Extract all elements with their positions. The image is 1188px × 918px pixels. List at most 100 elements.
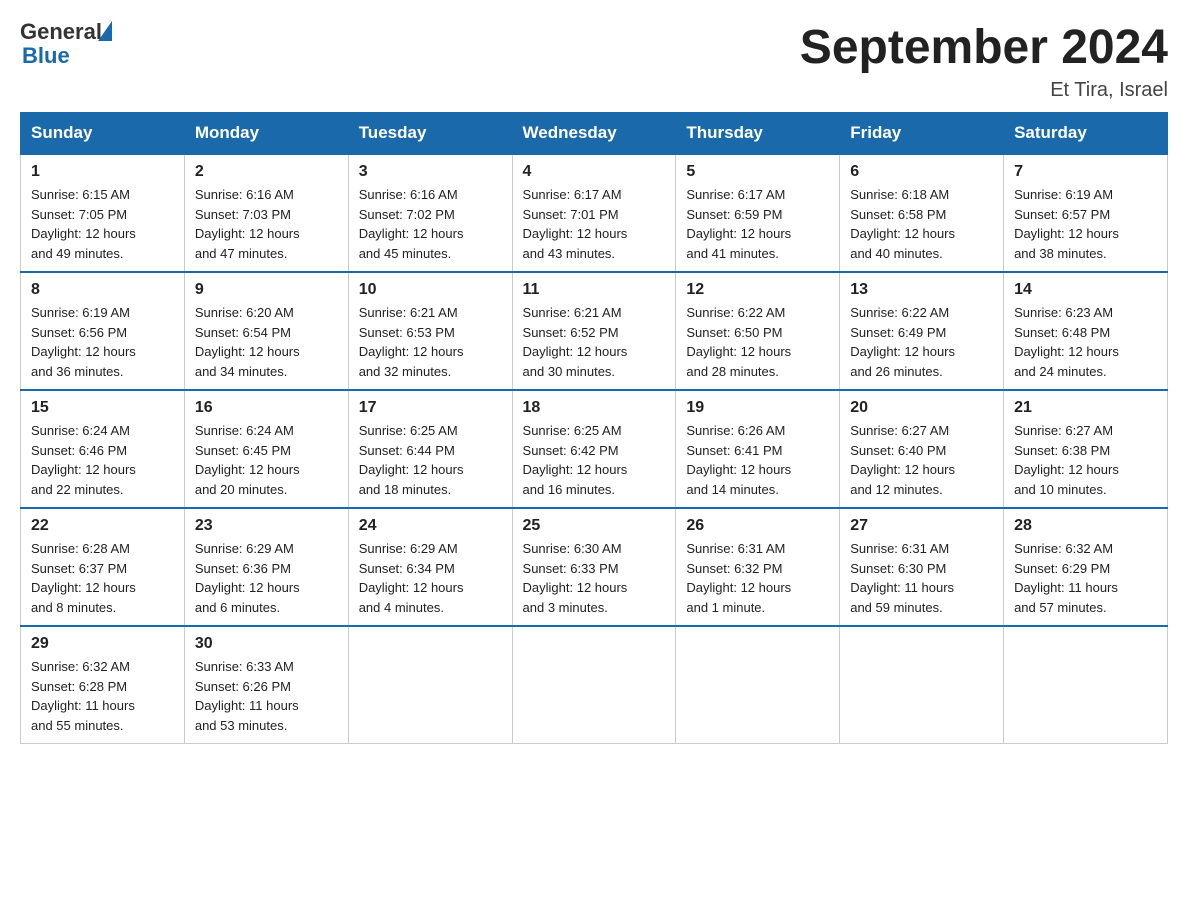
day-info: Sunrise: 6:19 AM Sunset: 6:57 PM Dayligh… bbox=[1014, 185, 1157, 263]
day-info: Sunrise: 6:32 AM Sunset: 6:29 PM Dayligh… bbox=[1014, 539, 1157, 617]
page-header: General Blue September 2024 Et Tira, Isr… bbox=[20, 20, 1168, 102]
day-cell bbox=[348, 626, 512, 744]
week-row-5: 29 Sunrise: 6:32 AM Sunset: 6:28 PM Dayl… bbox=[21, 626, 1168, 744]
day-info: Sunrise: 6:24 AM Sunset: 6:46 PM Dayligh… bbox=[31, 421, 174, 499]
day-headers-row: SundayMondayTuesdayWednesdayThursdayFrid… bbox=[21, 113, 1168, 155]
day-info: Sunrise: 6:33 AM Sunset: 6:26 PM Dayligh… bbox=[195, 657, 338, 735]
day-number: 30 bbox=[195, 635, 338, 653]
day-cell: 7 Sunrise: 6:19 AM Sunset: 6:57 PM Dayli… bbox=[1004, 154, 1168, 272]
day-number: 12 bbox=[686, 281, 829, 299]
day-info: Sunrise: 6:22 AM Sunset: 6:50 PM Dayligh… bbox=[686, 303, 829, 381]
day-cell: 10 Sunrise: 6:21 AM Sunset: 6:53 PM Dayl… bbox=[348, 272, 512, 390]
day-number: 26 bbox=[686, 517, 829, 535]
day-info: Sunrise: 6:27 AM Sunset: 6:40 PM Dayligh… bbox=[850, 421, 993, 499]
day-info: Sunrise: 6:30 AM Sunset: 6:33 PM Dayligh… bbox=[523, 539, 666, 617]
day-cell: 15 Sunrise: 6:24 AM Sunset: 6:46 PM Dayl… bbox=[21, 390, 185, 508]
day-cell: 21 Sunrise: 6:27 AM Sunset: 6:38 PM Dayl… bbox=[1004, 390, 1168, 508]
day-info: Sunrise: 6:25 AM Sunset: 6:42 PM Dayligh… bbox=[523, 421, 666, 499]
day-number: 9 bbox=[195, 281, 338, 299]
day-number: 8 bbox=[31, 281, 174, 299]
day-cell: 22 Sunrise: 6:28 AM Sunset: 6:37 PM Dayl… bbox=[21, 508, 185, 626]
day-number: 2 bbox=[195, 163, 338, 181]
day-info: Sunrise: 6:23 AM Sunset: 6:48 PM Dayligh… bbox=[1014, 303, 1157, 381]
day-info: Sunrise: 6:20 AM Sunset: 6:54 PM Dayligh… bbox=[195, 303, 338, 381]
day-number: 22 bbox=[31, 517, 174, 535]
day-info: Sunrise: 6:24 AM Sunset: 6:45 PM Dayligh… bbox=[195, 421, 338, 499]
day-header-sunday: Sunday bbox=[21, 113, 185, 155]
day-info: Sunrise: 6:21 AM Sunset: 6:53 PM Dayligh… bbox=[359, 303, 502, 381]
day-cell bbox=[512, 626, 676, 744]
day-cell: 26 Sunrise: 6:31 AM Sunset: 6:32 PM Dayl… bbox=[676, 508, 840, 626]
title-section: September 2024 Et Tira, Israel bbox=[800, 20, 1168, 102]
logo: General Blue bbox=[20, 20, 112, 68]
location-label: Et Tira, Israel bbox=[800, 79, 1168, 102]
day-number: 21 bbox=[1014, 399, 1157, 417]
day-info: Sunrise: 6:17 AM Sunset: 7:01 PM Dayligh… bbox=[523, 185, 666, 263]
day-cell: 6 Sunrise: 6:18 AM Sunset: 6:58 PM Dayli… bbox=[840, 154, 1004, 272]
day-cell: 1 Sunrise: 6:15 AM Sunset: 7:05 PM Dayli… bbox=[21, 154, 185, 272]
day-number: 29 bbox=[31, 635, 174, 653]
day-number: 19 bbox=[686, 399, 829, 417]
day-cell: 29 Sunrise: 6:32 AM Sunset: 6:28 PM Dayl… bbox=[21, 626, 185, 744]
day-info: Sunrise: 6:29 AM Sunset: 6:34 PM Dayligh… bbox=[359, 539, 502, 617]
day-cell: 14 Sunrise: 6:23 AM Sunset: 6:48 PM Dayl… bbox=[1004, 272, 1168, 390]
day-header-friday: Friday bbox=[840, 113, 1004, 155]
day-cell: 28 Sunrise: 6:32 AM Sunset: 6:29 PM Dayl… bbox=[1004, 508, 1168, 626]
day-cell: 11 Sunrise: 6:21 AM Sunset: 6:52 PM Dayl… bbox=[512, 272, 676, 390]
day-cell: 3 Sunrise: 6:16 AM Sunset: 7:02 PM Dayli… bbox=[348, 154, 512, 272]
week-row-4: 22 Sunrise: 6:28 AM Sunset: 6:37 PM Dayl… bbox=[21, 508, 1168, 626]
day-info: Sunrise: 6:25 AM Sunset: 6:44 PM Dayligh… bbox=[359, 421, 502, 499]
week-row-2: 8 Sunrise: 6:19 AM Sunset: 6:56 PM Dayli… bbox=[21, 272, 1168, 390]
day-number: 15 bbox=[31, 399, 174, 417]
day-info: Sunrise: 6:16 AM Sunset: 7:03 PM Dayligh… bbox=[195, 185, 338, 263]
day-info: Sunrise: 6:15 AM Sunset: 7:05 PM Dayligh… bbox=[31, 185, 174, 263]
day-number: 24 bbox=[359, 517, 502, 535]
day-cell: 13 Sunrise: 6:22 AM Sunset: 6:49 PM Dayl… bbox=[840, 272, 1004, 390]
day-cell: 9 Sunrise: 6:20 AM Sunset: 6:54 PM Dayli… bbox=[184, 272, 348, 390]
day-number: 14 bbox=[1014, 281, 1157, 299]
day-info: Sunrise: 6:19 AM Sunset: 6:56 PM Dayligh… bbox=[31, 303, 174, 381]
day-number: 10 bbox=[359, 281, 502, 299]
day-cell: 20 Sunrise: 6:27 AM Sunset: 6:40 PM Dayl… bbox=[840, 390, 1004, 508]
day-info: Sunrise: 6:28 AM Sunset: 6:37 PM Dayligh… bbox=[31, 539, 174, 617]
day-info: Sunrise: 6:27 AM Sunset: 6:38 PM Dayligh… bbox=[1014, 421, 1157, 499]
day-number: 6 bbox=[850, 163, 993, 181]
day-number: 18 bbox=[523, 399, 666, 417]
calendar-table: SundayMondayTuesdayWednesdayThursdayFrid… bbox=[20, 112, 1168, 744]
day-cell bbox=[840, 626, 1004, 744]
day-cell bbox=[676, 626, 840, 744]
day-header-monday: Monday bbox=[184, 113, 348, 155]
day-cell: 25 Sunrise: 6:30 AM Sunset: 6:33 PM Dayl… bbox=[512, 508, 676, 626]
calendar-title: September 2024 bbox=[800, 20, 1168, 75]
day-info: Sunrise: 6:29 AM Sunset: 6:36 PM Dayligh… bbox=[195, 539, 338, 617]
day-cell: 18 Sunrise: 6:25 AM Sunset: 6:42 PM Dayl… bbox=[512, 390, 676, 508]
day-number: 27 bbox=[850, 517, 993, 535]
day-cell bbox=[1004, 626, 1168, 744]
day-number: 3 bbox=[359, 163, 502, 181]
day-number: 1 bbox=[31, 163, 174, 181]
day-header-wednesday: Wednesday bbox=[512, 113, 676, 155]
day-header-thursday: Thursday bbox=[676, 113, 840, 155]
day-number: 16 bbox=[195, 399, 338, 417]
day-cell: 2 Sunrise: 6:16 AM Sunset: 7:03 PM Dayli… bbox=[184, 154, 348, 272]
day-cell: 4 Sunrise: 6:17 AM Sunset: 7:01 PM Dayli… bbox=[512, 154, 676, 272]
logo-triangle-icon bbox=[98, 21, 112, 41]
day-cell: 12 Sunrise: 6:22 AM Sunset: 6:50 PM Dayl… bbox=[676, 272, 840, 390]
day-number: 13 bbox=[850, 281, 993, 299]
day-number: 28 bbox=[1014, 517, 1157, 535]
day-number: 4 bbox=[523, 163, 666, 181]
day-cell: 30 Sunrise: 6:33 AM Sunset: 6:26 PM Dayl… bbox=[184, 626, 348, 744]
logo-general: General bbox=[20, 20, 102, 44]
day-cell: 5 Sunrise: 6:17 AM Sunset: 6:59 PM Dayli… bbox=[676, 154, 840, 272]
day-number: 23 bbox=[195, 517, 338, 535]
day-cell: 17 Sunrise: 6:25 AM Sunset: 6:44 PM Dayl… bbox=[348, 390, 512, 508]
day-number: 17 bbox=[359, 399, 502, 417]
day-info: Sunrise: 6:31 AM Sunset: 6:30 PM Dayligh… bbox=[850, 539, 993, 617]
day-number: 20 bbox=[850, 399, 993, 417]
day-number: 11 bbox=[523, 281, 666, 299]
day-header-tuesday: Tuesday bbox=[348, 113, 512, 155]
day-info: Sunrise: 6:22 AM Sunset: 6:49 PM Dayligh… bbox=[850, 303, 993, 381]
day-header-saturday: Saturday bbox=[1004, 113, 1168, 155]
logo-blue: Blue bbox=[20, 44, 112, 68]
day-info: Sunrise: 6:16 AM Sunset: 7:02 PM Dayligh… bbox=[359, 185, 502, 263]
